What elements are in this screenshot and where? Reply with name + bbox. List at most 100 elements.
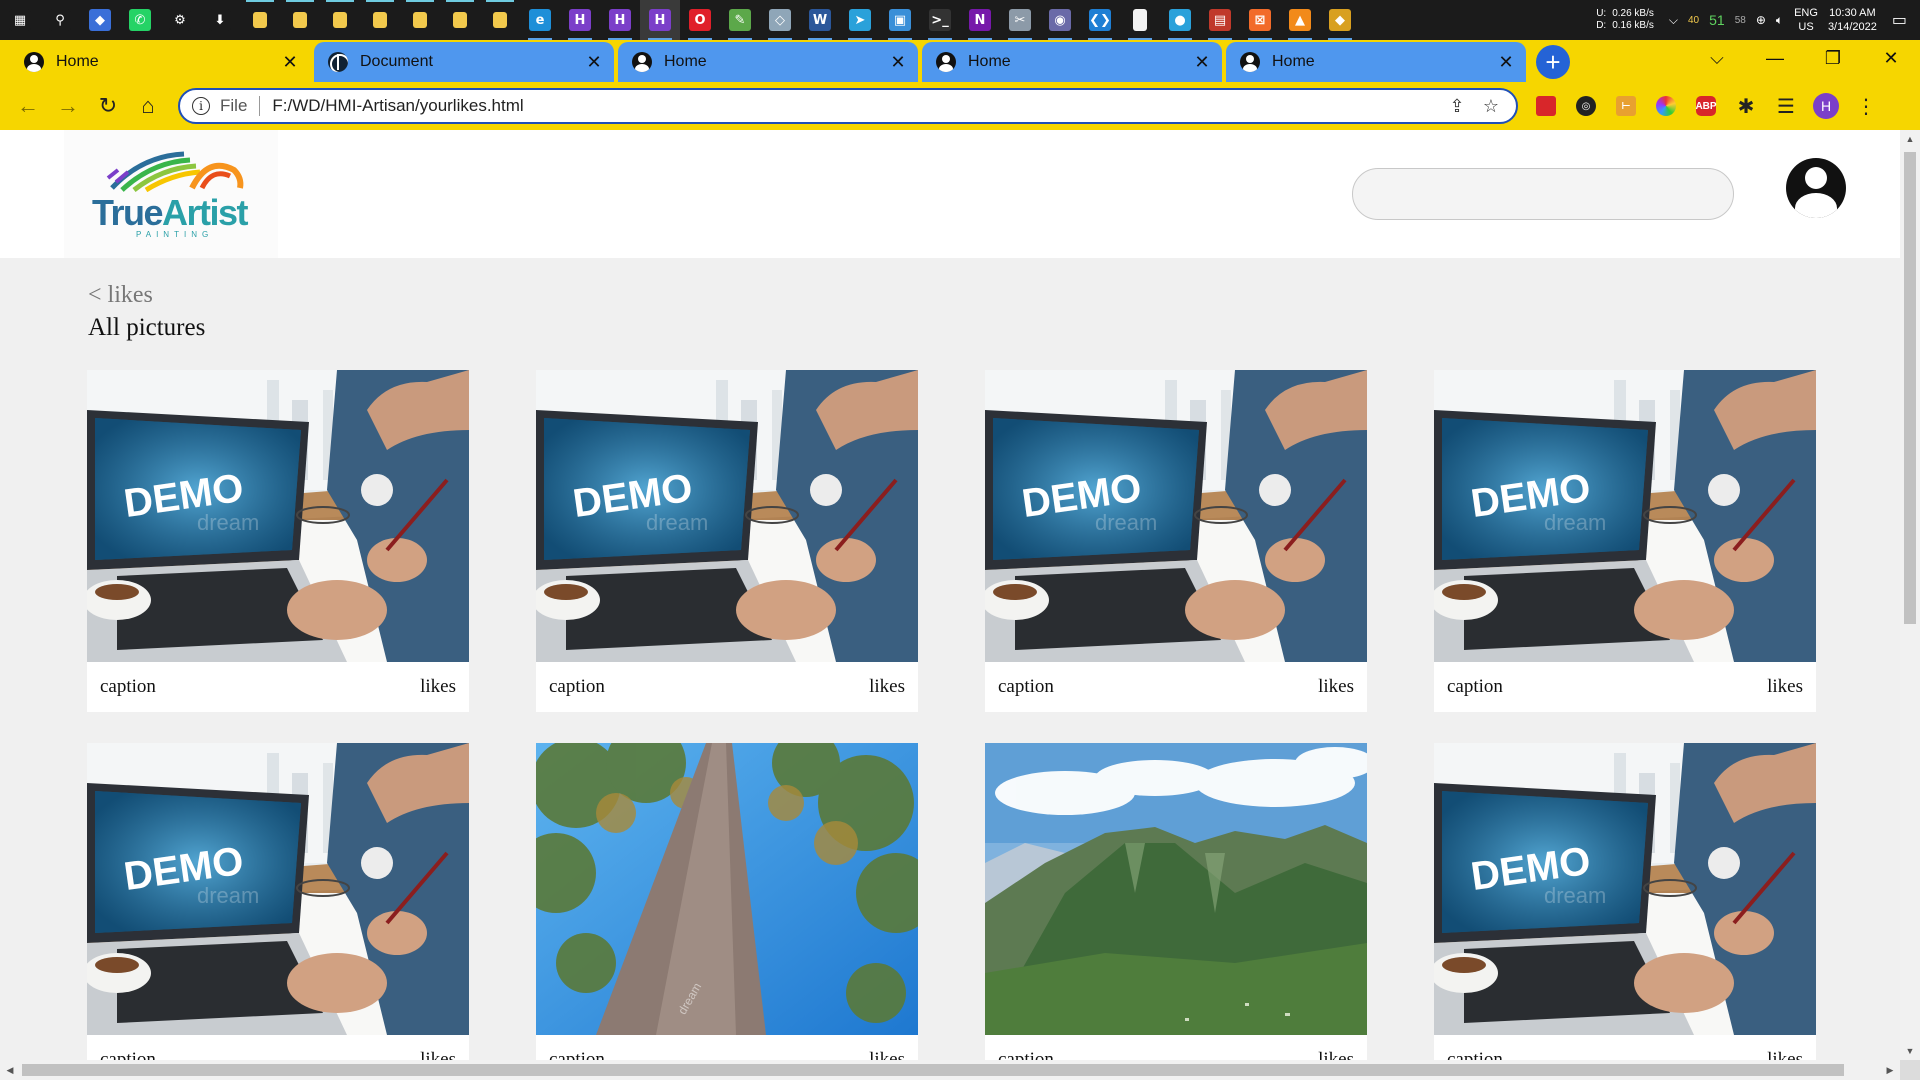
back-arrow-icon[interactable]: ← (8, 86, 48, 126)
reading-list-icon[interactable]: ☰ (1766, 86, 1806, 126)
opera-icon[interactable]: O (680, 0, 720, 40)
picture-thumbnail[interactable] (985, 743, 1367, 1035)
vertical-scrollbar[interactable]: ▲ ▼ (1900, 130, 1920, 1060)
notepad-icon[interactable]: ✎ (720, 0, 760, 40)
word-icon[interactable]: W (800, 0, 840, 40)
extension-ruler-icon[interactable]: ⊢ (1606, 86, 1646, 126)
tray-indicator-a[interactable]: 40 (1688, 15, 1699, 26)
adblock-plus-icon[interactable]: ABP (1686, 86, 1726, 126)
picture-thumbnail[interactable]: DEMO dream (87, 743, 469, 1035)
home-icon[interactable]: ⌂ (128, 86, 168, 126)
app-icon[interactable]: ▤ (1200, 0, 1240, 40)
browser-tab[interactable]: Home ✕ (922, 42, 1222, 82)
search-icon[interactable]: ⚲ (40, 0, 80, 40)
tray-indicator-c[interactable]: 58 (1735, 15, 1746, 26)
site-logo[interactable]: TrueArtist PAINTING (64, 130, 278, 258)
windows-start-icon[interactable]: ▦ (0, 0, 40, 40)
profile-avatar[interactable]: H (1806, 86, 1846, 126)
picture-card[interactable]: DEMO dream caption likes (87, 370, 469, 712)
browser-tab[interactable]: Home ✕ (618, 42, 918, 82)
bookmark-star-icon[interactable]: ☆ (1474, 96, 1508, 117)
vscode-icon[interactable]: ❮❯ (1080, 0, 1120, 40)
reload-icon[interactable]: ↻ (88, 86, 128, 126)
clock[interactable]: 10:30 AM 3/14/2022 (1828, 6, 1877, 34)
defender-icon[interactable]: ◆ (80, 0, 120, 40)
restore-button[interactable]: ❐ (1804, 40, 1862, 76)
picture-likes[interactable]: likes (420, 676, 456, 698)
user-profile-icon[interactable] (1786, 158, 1846, 218)
file-icon[interactable] (1120, 0, 1160, 40)
picture-likes[interactable]: likes (869, 1049, 905, 1060)
network-icon[interactable]: ⊕ (1756, 13, 1766, 27)
folder-icon[interactable] (400, 0, 440, 40)
maps-pin-icon[interactable]: ● (1160, 0, 1200, 40)
tab-search-chevron-icon[interactable]: ⌵ (1688, 40, 1746, 76)
forward-arrow-icon[interactable]: → (48, 86, 88, 126)
app-icon[interactable]: ◉ (1040, 0, 1080, 40)
close-tab-icon[interactable]: ✕ (280, 52, 300, 73)
language-indicator[interactable]: ENG US (1794, 6, 1818, 34)
url-text[interactable]: F:/WD/HMI-Artisan/yourlikes.html (272, 96, 1440, 116)
chrome-profile-icon[interactable]: H (560, 0, 600, 40)
chrome-profile-icon[interactable]: H (640, 0, 680, 40)
tray-indicator-b[interactable]: 51 (1709, 12, 1725, 28)
xampp-icon[interactable]: ⊠ (1240, 0, 1280, 40)
extension-color-wheel-icon[interactable] (1646, 86, 1686, 126)
share-icon[interactable]: ⇪ (1440, 96, 1474, 117)
close-tab-icon[interactable]: ✕ (888, 52, 908, 73)
extensions-puzzle-icon[interactable]: ✱ (1726, 86, 1766, 126)
picture-card[interactable]: DEMO dream caption likes (1434, 370, 1816, 712)
telegram-icon[interactable]: ➤ (840, 0, 880, 40)
scroll-up-arrow-icon[interactable]: ▲ (1900, 130, 1920, 148)
picture-thumbnail[interactable]: DEMO dream (87, 370, 469, 662)
folder-icon[interactable] (360, 0, 400, 40)
remote-desktop-icon[interactable]: ▣ (880, 0, 920, 40)
picture-likes[interactable]: likes (420, 1049, 456, 1060)
scroll-down-arrow-icon[interactable]: ▼ (1900, 1042, 1920, 1060)
scroll-right-arrow-icon[interactable]: ▶ (1880, 1060, 1900, 1080)
horizontal-scrollbar[interactable]: ◀ ▶ (0, 1060, 1900, 1080)
onenote-icon[interactable]: N (960, 0, 1000, 40)
picture-likes[interactable]: likes (1318, 1049, 1354, 1060)
picture-card[interactable]: dream caption likes (536, 743, 918, 1060)
picture-card[interactable]: DEMO dream caption likes (1434, 743, 1816, 1060)
picture-thumbnail[interactable]: DEMO dream (536, 370, 918, 662)
chevron-up-icon[interactable]: ⌵ (1669, 13, 1678, 28)
settings-gear-icon[interactable]: ⚙ (160, 0, 200, 40)
snipping-tool-icon[interactable]: ✂ (1000, 0, 1040, 40)
horizontal-scroll-thumb[interactable] (22, 1064, 1844, 1076)
minimize-button[interactable]: — (1746, 40, 1804, 76)
back-to-likes-link[interactable]: < likes (88, 282, 153, 309)
chrome-profile-icon[interactable]: H (600, 0, 640, 40)
picture-likes[interactable]: likes (869, 676, 905, 698)
folder-icon[interactable] (320, 0, 360, 40)
folder-icon[interactable] (480, 0, 520, 40)
picture-thumbnail[interactable]: dream (536, 743, 918, 1035)
terminal-icon[interactable]: >_ (920, 0, 960, 40)
scroll-left-arrow-icon[interactable]: ◀ (0, 1060, 20, 1080)
picture-likes[interactable]: likes (1318, 676, 1354, 698)
picture-thumbnail[interactable]: DEMO dream (1434, 743, 1816, 1035)
extension-book-icon[interactable] (1526, 86, 1566, 126)
picture-card[interactable]: DEMO dream caption likes (536, 370, 918, 712)
folder-icon[interactable] (240, 0, 280, 40)
close-tab-icon[interactable]: ✕ (584, 52, 604, 73)
browser-tab[interactable]: Home ✕ (1226, 42, 1526, 82)
picture-likes[interactable]: likes (1767, 676, 1803, 698)
folder-icon[interactable] (440, 0, 480, 40)
edge-browser-icon[interactable]: e (520, 0, 560, 40)
picture-thumbnail[interactable]: DEMO dream (1434, 370, 1816, 662)
address-bar[interactable]: i File F:/WD/HMI-Artisan/yourlikes.html … (178, 88, 1518, 124)
app-icon[interactable]: ◇ (760, 0, 800, 40)
picture-card[interactable]: DEMO dream caption likes (87, 743, 469, 1060)
folder-icon[interactable] (280, 0, 320, 40)
download-arrow-icon[interactable]: ⬇ (200, 0, 240, 40)
chrome-menu-icon[interactable]: ⋮ (1846, 86, 1886, 126)
picture-thumbnail[interactable]: DEMO dream (985, 370, 1367, 662)
extension-spy-icon[interactable]: ◎ (1566, 86, 1606, 126)
picture-likes[interactable]: likes (1767, 1049, 1803, 1060)
search-input[interactable] (1352, 168, 1734, 220)
vertical-scroll-thumb[interactable] (1904, 152, 1916, 624)
site-info-icon[interactable]: i (192, 97, 210, 115)
volume-icon[interactable]: 🔈︎ (1776, 13, 1783, 28)
